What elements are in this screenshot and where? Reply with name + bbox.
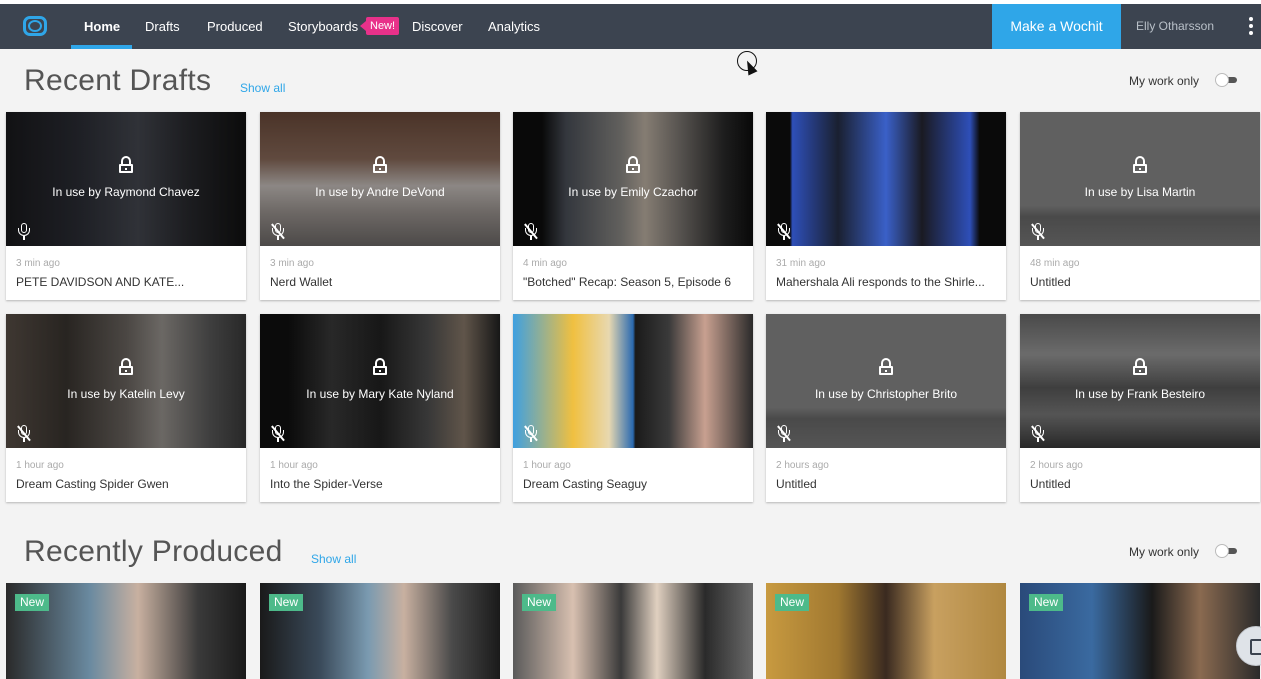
- card-title: Into the Spider-Verse: [270, 477, 383, 491]
- produced-show-all-link[interactable]: Show all: [311, 552, 356, 566]
- card-title: Untitled: [1030, 275, 1071, 289]
- draft-thumbnail: [766, 112, 1006, 246]
- draft-card[interactable]: In use by Lisa Martin 48 min ago Untitle…: [1020, 112, 1260, 300]
- card-time: 1 hour ago: [523, 460, 571, 471]
- new-tag: New: [15, 594, 50, 611]
- in-use-label: In use by Lisa Martin: [1084, 185, 1196, 199]
- card-title: "Botched" Recap: Season 5, Episode 6: [523, 275, 731, 289]
- card-time: 4 min ago: [523, 258, 567, 269]
- mic-muted-icon: [271, 425, 285, 442]
- draft-card[interactable]: In use by Andre DeVond 3 min ago Nerd Wa…: [260, 112, 500, 300]
- drafts-show-all-link[interactable]: Show all: [240, 81, 285, 95]
- user-name[interactable]: Elly Otharsson: [1136, 4, 1214, 49]
- produced-card[interactable]: New: [513, 583, 753, 679]
- card-time: 2 hours ago: [776, 460, 829, 471]
- card-title: Nerd Wallet: [270, 275, 333, 289]
- card-title: Untitled: [1030, 477, 1071, 491]
- nav-drafts[interactable]: Drafts: [145, 4, 180, 49]
- card-title: PETE DAVIDSON AND KATE...: [16, 275, 185, 289]
- mic-muted-icon: [524, 425, 538, 442]
- in-use-label: In use by Frank Besteiro: [1074, 387, 1206, 401]
- wochit-logo-icon[interactable]: [23, 16, 47, 36]
- card-title: Dream Casting Spider Gwen: [16, 477, 169, 491]
- new-tag: New: [1029, 594, 1064, 611]
- card-title: Mahershala Ali responds to the Shirle...: [776, 275, 985, 289]
- in-use-label: In use by Christopher Brito: [814, 387, 958, 401]
- draft-card[interactable]: In use by Christopher Brito 2 hours ago …: [766, 314, 1006, 502]
- produced-card[interactable]: New: [766, 583, 1006, 679]
- active-tab-indicator: [71, 45, 132, 49]
- card-time: 2 hours ago: [1030, 460, 1083, 471]
- nav-produced[interactable]: Produced: [207, 4, 263, 49]
- in-use-label: In use by Katelin Levy: [67, 387, 185, 401]
- lock-icon: [1133, 358, 1147, 375]
- new-tag: New: [522, 594, 557, 611]
- card-title: Dream Casting Seaguy: [523, 477, 648, 491]
- more-menu-icon[interactable]: [1248, 17, 1254, 37]
- lock-icon: [626, 156, 640, 173]
- lock-icon: [879, 358, 893, 375]
- mic-muted-icon: [524, 223, 538, 240]
- draft-card[interactable]: In use by Emily Czachor 4 min ago "Botch…: [513, 112, 753, 300]
- in-use-label: In use by Emily Czachor: [568, 185, 698, 199]
- nav-storyboards[interactable]: Storyboards: [288, 4, 358, 49]
- mic-muted-icon: [1031, 223, 1045, 240]
- produced-my-work-only-label: My work only: [1129, 545, 1200, 559]
- card-time: 1 hour ago: [16, 460, 64, 471]
- draft-card[interactable]: 1 hour ago Dream Casting Seaguy: [513, 314, 753, 502]
- card-time: 31 min ago: [776, 258, 826, 269]
- card-time: 1 hour ago: [270, 460, 318, 471]
- mic-icon: [17, 223, 31, 240]
- produced-card[interactable]: New: [260, 583, 500, 679]
- new-badge: New!: [359, 17, 400, 35]
- draft-card[interactable]: In use by Katelin Levy 1 hour ago Dream …: [6, 314, 246, 502]
- lock-icon: [373, 358, 387, 375]
- draft-card[interactable]: 31 min ago Mahershala Ali responds to th…: [766, 112, 1006, 300]
- in-use-label: In use by Raymond Chavez: [52, 185, 200, 199]
- lock-icon: [119, 358, 133, 375]
- top-nav: Home Drafts Produced Storyboards New! Di…: [0, 4, 1261, 49]
- make-a-wochit-button[interactable]: Make a Wochit: [992, 4, 1121, 49]
- produced-my-work-only-toggle[interactable]: [1215, 544, 1237, 558]
- lock-icon: [119, 156, 133, 173]
- card-time: 3 min ago: [16, 258, 60, 269]
- nav-home[interactable]: Home: [84, 4, 120, 49]
- new-tag: New: [775, 594, 810, 611]
- lock-icon: [373, 156, 387, 173]
- mic-muted-icon: [777, 223, 791, 240]
- mic-muted-icon: [271, 223, 285, 240]
- card-time: 48 min ago: [1030, 258, 1080, 269]
- mic-muted-icon: [777, 425, 791, 442]
- in-use-label: In use by Andre DeVond: [315, 185, 445, 199]
- in-use-label: In use by Mary Kate Nyland: [306, 387, 454, 401]
- drafts-my-work-only-toggle[interactable]: [1215, 73, 1237, 87]
- mic-muted-icon: [17, 425, 31, 442]
- produced-card[interactable]: New: [6, 583, 246, 679]
- card-title: Untitled: [776, 477, 817, 491]
- draft-card[interactable]: In use by Raymond Chavez 3 min ago PETE …: [6, 112, 246, 300]
- nav-discover[interactable]: Discover: [412, 4, 463, 49]
- draft-thumbnail: [513, 314, 753, 448]
- recent-drafts-title: Recent Drafts: [24, 64, 212, 97]
- new-tag: New: [269, 594, 304, 611]
- draft-card[interactable]: In use by Frank Besteiro 2 hours ago Unt…: [1020, 314, 1260, 502]
- produced-card[interactable]: New: [1020, 583, 1260, 679]
- nav-analytics[interactable]: Analytics: [488, 4, 540, 49]
- lock-icon: [1133, 156, 1147, 173]
- mic-muted-icon: [1031, 425, 1045, 442]
- card-time: 3 min ago: [270, 258, 314, 269]
- draft-card[interactable]: In use by Mary Kate Nyland 1 hour ago In…: [260, 314, 500, 502]
- recently-produced-title: Recently Produced: [24, 535, 283, 568]
- drafts-my-work-only-label: My work only: [1129, 74, 1200, 88]
